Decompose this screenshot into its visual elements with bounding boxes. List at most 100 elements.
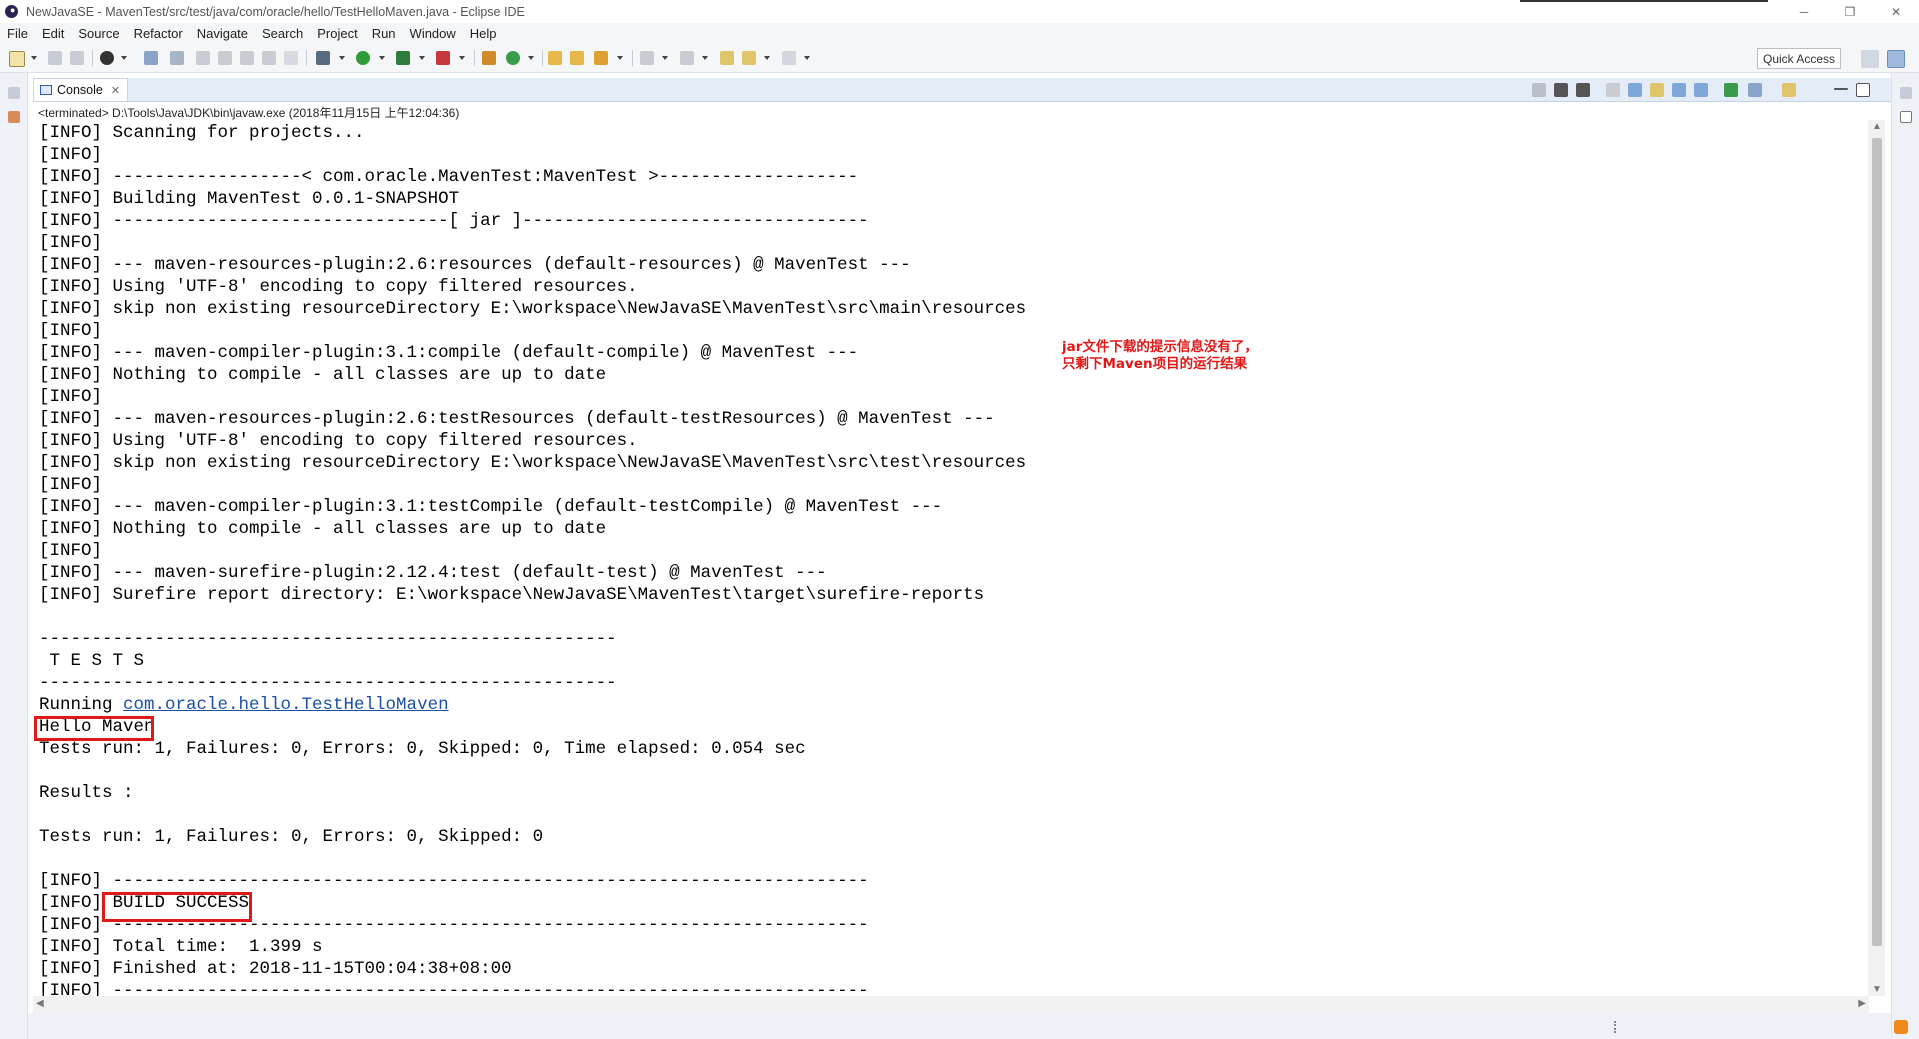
paragraph-icon[interactable] <box>284 51 298 65</box>
terminate-icon[interactable] <box>1532 83 1546 97</box>
scroll-left-icon[interactable]: ◀ <box>36 998 44 1009</box>
restore-view-icon[interactable] <box>1900 87 1912 99</box>
search-icon[interactable] <box>594 51 608 65</box>
remove-launch-icon[interactable] <box>1554 83 1568 97</box>
console-line: [INFO] <box>39 475 103 495</box>
console-line: [INFO] Building MavenTest 0.0.1-SNAPSHOT <box>39 189 460 209</box>
vertical-scroll-thumb[interactable] <box>1872 138 1882 946</box>
pin-console-icon[interactable] <box>1724 83 1738 97</box>
open-task-icon[interactable] <box>570 51 584 65</box>
console-line: [INFO] <box>39 145 103 165</box>
rss-icon[interactable] <box>1894 1020 1908 1034</box>
highlight-icon[interactable] <box>196 51 210 65</box>
menu-project[interactable]: Project <box>310 26 364 41</box>
profile-icon[interactable] <box>100 51 114 65</box>
console-icon <box>40 85 52 95</box>
block-select-icon[interactable] <box>240 51 254 65</box>
menu-refactor[interactable]: Refactor <box>127 26 190 41</box>
search-dropdown-icon[interactable] <box>617 56 623 60</box>
show-on-stderr-icon[interactable] <box>1694 83 1708 97</box>
previous-annotation-dropdown-icon[interactable] <box>702 56 708 60</box>
menu-window[interactable]: Window <box>403 26 463 41</box>
save-all-icon[interactable] <box>70 51 84 65</box>
display-selected-console-icon[interactable] <box>1748 83 1762 97</box>
outline-icon[interactable] <box>1900 111 1912 123</box>
scroll-lock-icon[interactable] <box>1628 83 1642 97</box>
save-icon[interactable] <box>48 51 62 65</box>
maximize-view-icon[interactable] <box>1856 83 1870 97</box>
new-class-dropdown-icon[interactable] <box>528 56 534 60</box>
run-dropdown-icon[interactable] <box>379 56 385 60</box>
console-line: [INFO] ---------------------------------… <box>39 981 869 996</box>
scroll-down-icon[interactable]: ▼ <box>1872 984 1882 995</box>
vertical-scrollbar[interactable]: ▲ ▼ <box>1868 120 1885 996</box>
scroll-right-icon[interactable]: ▶ <box>1858 998 1866 1009</box>
new-package-icon[interactable] <box>482 51 496 65</box>
whitespace-icon[interactable] <box>262 51 276 65</box>
run-icon[interactable] <box>356 51 370 65</box>
process-status: <terminated> D:\Tools\Java\JDK\bin\javaw… <box>38 106 460 120</box>
new-icon[interactable] <box>9 51 25 67</box>
console-line: [INFO] <box>39 541 103 561</box>
back-icon[interactable] <box>742 51 756 65</box>
toolbar-separator <box>92 50 93 66</box>
console-line: ----------------------------------------… <box>39 673 617 693</box>
previous-annotation-icon[interactable] <box>680 51 694 65</box>
last-edit-icon[interactable] <box>720 51 734 65</box>
next-annotation-icon[interactable] <box>640 51 654 65</box>
forward-dropdown-icon[interactable] <box>804 56 810 60</box>
title-bar: NewJavaSE - MavenTest/src/test/java/com/… <box>0 0 1919 23</box>
tab-console[interactable]: Console ✕ <box>33 78 128 101</box>
open-perspective-icon[interactable] <box>1861 50 1879 68</box>
coverage-icon[interactable] <box>396 51 410 65</box>
remove-all-terminated-icon[interactable] <box>1576 83 1590 97</box>
menu-file[interactable]: File <box>0 26 35 41</box>
minimize-view-icon[interactable] <box>1834 88 1848 90</box>
external-tools-icon[interactable] <box>436 51 450 65</box>
console-line: [INFO] skip non existing resourceDirecto… <box>39 299 1027 319</box>
menu-search[interactable]: Search <box>255 26 310 41</box>
scroll-up-icon[interactable]: ▲ <box>1872 121 1882 132</box>
open-console-icon[interactable] <box>1782 83 1796 97</box>
back-dropdown-icon[interactable] <box>764 56 770 60</box>
next-annotation-dropdown-icon[interactable] <box>662 56 668 60</box>
horizontal-scrollbar[interactable]: ◀ ▶ <box>33 996 1869 1013</box>
menu-help[interactable]: Help <box>463 26 504 41</box>
restore-button[interactable]: ❐ <box>1827 0 1873 23</box>
toolbar-separator <box>632 50 633 66</box>
toolbar-separator <box>306 50 307 66</box>
open-type-icon[interactable] <box>548 51 562 65</box>
word-wrap-icon[interactable] <box>1650 83 1664 97</box>
new-class-icon[interactable] <box>506 51 520 65</box>
quick-access-field[interactable]: Quick Access <box>1757 48 1841 69</box>
menu-run[interactable]: Run <box>365 26 403 41</box>
clear-console-icon[interactable] <box>1606 83 1620 97</box>
close-button[interactable]: ✕ <box>1873 0 1919 23</box>
menu-source[interactable]: Source <box>71 26 126 41</box>
external-tools-dropdown-icon[interactable] <box>459 56 465 60</box>
console-line: [INFO] <box>39 233 103 253</box>
java-perspective-icon[interactable] <box>1887 50 1905 68</box>
restore-view-icon[interactable] <box>8 87 20 99</box>
console-output[interactable]: [INFO] Scanning for projects... [INFO] [… <box>33 120 1869 996</box>
console-line: [INFO] ------------------< com.oracle.Ma… <box>39 167 859 187</box>
debug-dropdown-icon[interactable] <box>339 56 345 60</box>
status-bar <box>28 1013 1891 1039</box>
toolbar-separator <box>542 50 543 66</box>
minimize-button[interactable]: ─ <box>1781 0 1827 23</box>
menu-edit[interactable]: Edit <box>35 26 71 41</box>
new-dropdown-icon[interactable] <box>31 56 37 60</box>
test-class-link[interactable]: com.oracle.hello.TestHelloMaven <box>123 695 449 715</box>
console-line: [INFO] --- maven-resources-plugin:2.6:re… <box>39 255 911 275</box>
debug-icon[interactable] <box>316 51 330 65</box>
forward-icon[interactable] <box>782 51 796 65</box>
annotation-icon[interactable] <box>170 51 184 65</box>
package-explorer-icon[interactable] <box>8 111 20 123</box>
profile-dropdown-icon[interactable] <box>121 56 127 60</box>
close-icon[interactable]: ✕ <box>111 84 120 97</box>
coverage-dropdown-icon[interactable] <box>419 56 425 60</box>
skip-breakpoints-icon[interactable] <box>144 51 158 65</box>
mark-icon[interactable] <box>218 51 232 65</box>
menu-navigate[interactable]: Navigate <box>190 26 255 41</box>
show-on-stdout-icon[interactable] <box>1672 83 1686 97</box>
